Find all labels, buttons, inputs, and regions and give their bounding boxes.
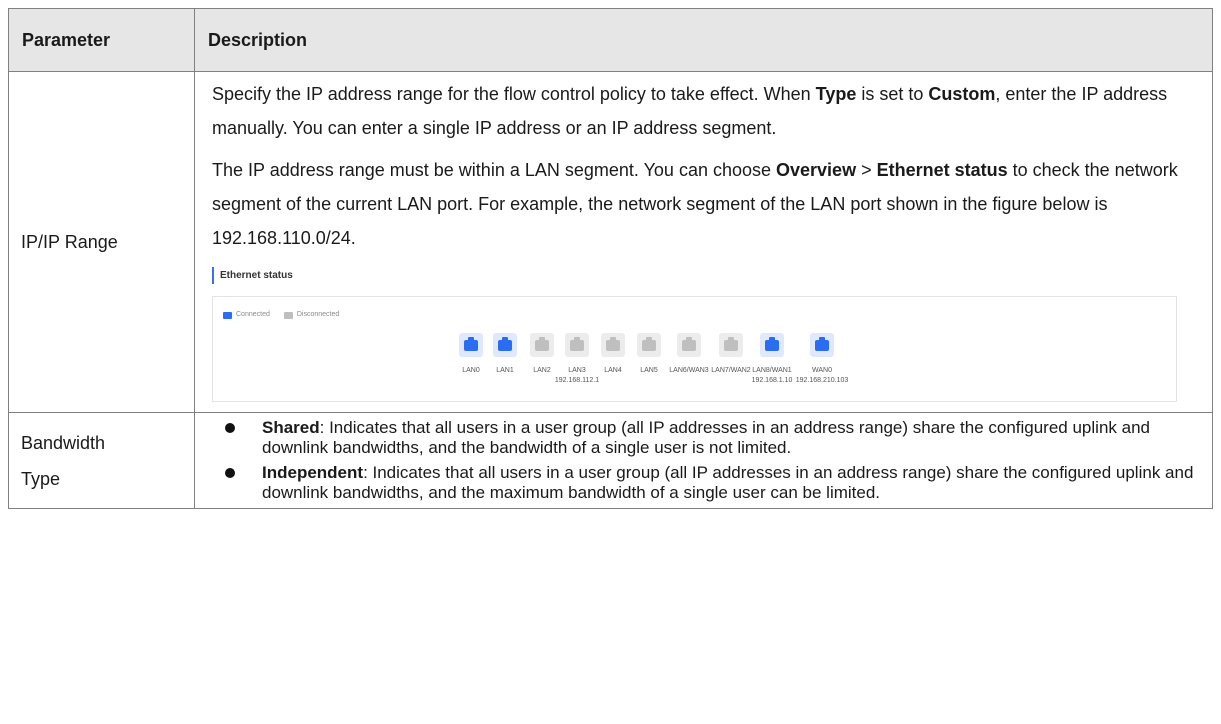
bold-overview: Overview (776, 160, 857, 180)
desc-paragraph-2: The IP address range must be within a LA… (212, 153, 1194, 255)
table-row-ip-range: IP/IP Range Specify the IP address range… (8, 71, 1213, 413)
table-header-row: Parameter Description (8, 8, 1213, 72)
param-line-2: Type (21, 468, 61, 489)
desc-paragraph-1: Specify the IP address range for the flo… (212, 77, 1194, 145)
param-line-1: Bandwidth (21, 432, 106, 453)
ethernet-status-figure: Ethernet status Connected Disconnected L… (212, 263, 1177, 403)
port-name: WAN0 (812, 367, 832, 374)
ethernet-status-title: Ethernet status (220, 270, 293, 281)
bullet-term: Independent (262, 463, 364, 482)
list-item: Independent: Indicates that all users in… (212, 463, 1194, 503)
text: is set to (856, 84, 929, 104)
ethernet-status-panel: Connected Disconnected LAN0 LAN1 LAN2 LAN3 1… (212, 296, 1177, 402)
header-description: Description (194, 8, 1213, 72)
param-bandwidth-type: Bandwidth Type (8, 412, 195, 509)
param-ip-range: IP/IP Range (8, 71, 195, 413)
port-ip: 192.168.210.103 (795, 377, 849, 384)
port-wan0: WAN0 192.168.210.103 (782, 333, 862, 386)
text: Specify the IP address range for the flo… (212, 84, 816, 104)
port-ip: 192.168.112.1 (554, 377, 600, 384)
text: > (856, 160, 877, 180)
bullet-icon (225, 468, 235, 478)
list-item: Shared: Indicates that all users in a us… (212, 418, 1194, 458)
bullet-icon (225, 423, 235, 433)
legend-disconnected-label: Disconnected (296, 311, 340, 318)
text: The IP address range must be within a LA… (212, 160, 777, 180)
legend-connected-label: Connected (236, 311, 270, 318)
ethernet-port-icon (760, 333, 784, 357)
bold-ethernet-status: Ethernet status (876, 160, 1008, 180)
port-legend: Connected Disconnected (223, 309, 339, 321)
disconnected-port-icon (283, 311, 293, 319)
connected-port-icon (223, 311, 232, 319)
bold-custom: Custom (928, 84, 996, 104)
bold-type: Type (815, 84, 857, 104)
ethernet-port-icon (810, 333, 834, 357)
bandwidth-type-list: Shared: Indicates that all users in a us… (212, 418, 1194, 503)
legend-disconnected: Disconnected (283, 309, 340, 321)
desc-bandwidth-type: Shared: Indicates that all users in a us… (194, 412, 1213, 509)
title-accent-bar (212, 267, 214, 284)
bullet-term: Shared (262, 418, 320, 437)
table-row-bandwidth-type: Bandwidth Type Shared: Indicates that al… (8, 412, 1213, 509)
header-parameter: Parameter (8, 8, 195, 72)
bullet-text: : Indicates that all users in a user gro… (262, 463, 1194, 502)
desc-ip-range: Specify the IP address range for the flo… (194, 71, 1213, 413)
parameter-table: Parameter Description IP/IP Range Specif… (8, 8, 1213, 509)
legend-connected: Connected (223, 309, 270, 321)
bullet-text: : Indicates that all users in a user gro… (262, 418, 1150, 457)
